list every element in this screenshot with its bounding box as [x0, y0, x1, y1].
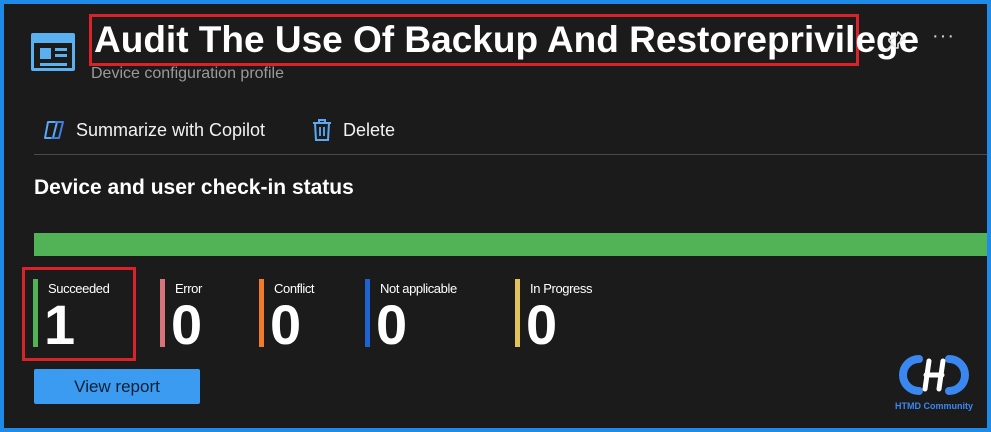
stat-error-stripe: [160, 279, 165, 347]
delete-label: Delete: [343, 119, 396, 140]
htmd-logo-icon: [899, 355, 969, 395]
stat-in-progress[interactable]: In Progress 0: [515, 278, 625, 356]
stat-error-value: 0: [171, 293, 203, 356]
stat-conflict[interactable]: Conflict 0: [259, 278, 349, 356]
checkin-status-bar: [34, 233, 987, 256]
stat-in-progress-stripe: [515, 279, 520, 347]
stat-conflict-stripe: [259, 279, 264, 347]
htmd-logo: HTMD Community: [889, 349, 979, 415]
delete-button[interactable]: Delete: [311, 116, 395, 144]
pin-icon[interactable]: [884, 29, 908, 53]
profile-window-icon: [31, 33, 75, 71]
page-subtitle: Device configuration profile: [91, 65, 284, 82]
stat-error[interactable]: Error 0: [160, 278, 240, 356]
more-options-icon[interactable]: ···: [932, 25, 955, 48]
summarize-copilot-button[interactable]: Summarize with Copilot: [42, 116, 265, 144]
status-bar-succeeded-fill: [34, 233, 987, 256]
view-report-button[interactable]: View report: [34, 369, 200, 404]
page-title: Audit The Use Of Backup And Restoreprivi…: [94, 19, 920, 60]
toolbar-divider: [34, 154, 987, 155]
stat-not-applicable[interactable]: Not applicable 0: [365, 278, 495, 356]
stat-succeeded-stripe: [33, 279, 38, 347]
stat-conflict-value: 0: [270, 293, 302, 356]
copilot-icon: [44, 121, 64, 139]
watermark-text: HTMD Community: [895, 401, 973, 411]
stat-succeeded[interactable]: Succeeded 1: [33, 278, 133, 356]
trash-icon: [313, 119, 331, 141]
stat-succeeded-value: 1: [44, 293, 76, 356]
section-title: Device and user check-in status: [34, 176, 354, 199]
stat-in-progress-value: 0: [526, 293, 558, 356]
stat-not-applicable-value: 0: [376, 293, 408, 356]
summarize-label: Summarize with Copilot: [76, 119, 266, 140]
stat-not-applicable-stripe: [365, 279, 370, 347]
profile-overview-panel: Audit The Use Of Backup And Restoreprivi…: [4, 4, 987, 428]
